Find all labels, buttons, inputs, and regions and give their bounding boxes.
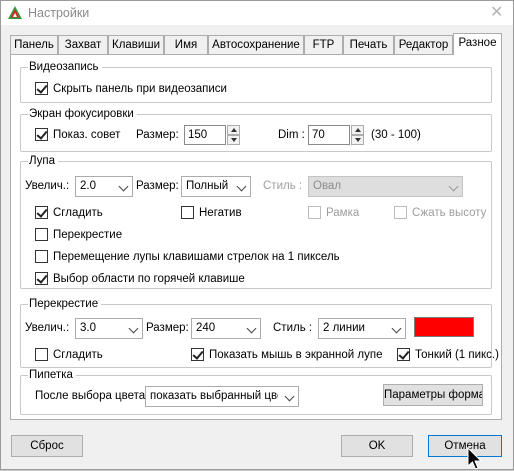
- app-icon: [8, 6, 22, 19]
- title-bar: Настройки ✕: [1, 1, 513, 25]
- dim-input[interactable]: 70: [308, 125, 350, 145]
- tab-bar: Панель Захват Клавиши Имя Автосохранение…: [1, 33, 513, 55]
- cross-style-select[interactable]: 2 линии: [318, 318, 406, 339]
- thin-label: Тонкий (1 пикс.): [415, 349, 499, 361]
- dim-spinner[interactable]: [351, 125, 364, 145]
- focus-size-spinner[interactable]: [227, 125, 240, 145]
- tab-editor[interactable]: Редактор: [394, 35, 453, 54]
- spin-up-icon[interactable]: [351, 125, 364, 135]
- frame-checkbox[interactable]: [308, 206, 321, 219]
- after-pick-label: После выбора цвета:: [35, 390, 149, 402]
- mag-crosshair-checkbox[interactable]: [35, 228, 48, 241]
- mag-zoom-select[interactable]: 2.0: [75, 176, 133, 197]
- show-tip-label: Показ. совет: [53, 129, 121, 141]
- hotkey-area-label: Выбор области по горячей клавише: [53, 273, 245, 285]
- cross-smooth-checkbox[interactable]: [35, 348, 48, 361]
- mag-style-select[interactable]: Овал: [308, 176, 463, 197]
- show-mouse-label: Показать мышь в экранной лупе: [209, 349, 383, 361]
- hide-panel-label: Скрыть панель при видеозаписи: [53, 83, 227, 95]
- mag-smooth-checkbox[interactable]: [35, 206, 48, 219]
- magnifier-group: Лупа Увелич.: 2.0 Размер: Полный Стиль :…: [20, 154, 492, 289]
- tab-print[interactable]: Печать: [343, 35, 394, 54]
- compress-height-label: Сжать высоту: [412, 207, 487, 219]
- focus-group-title: Экран фокусировки: [28, 107, 137, 121]
- chevron-down-icon: [236, 181, 247, 192]
- after-pick-select[interactable]: показать выбранный цвет: [145, 386, 299, 407]
- hotkey-area-checkbox[interactable]: [35, 272, 48, 285]
- spin-down-icon[interactable]: [227, 135, 240, 145]
- chevron-down-icon: [448, 181, 459, 192]
- picker-group: Пипетка После выбора цвета: показать выб…: [20, 368, 492, 415]
- tab-misc[interactable]: Разное: [453, 33, 502, 55]
- show-tip-checkbox[interactable]: [35, 128, 48, 141]
- dim-range-hint: (30 - 100): [371, 129, 421, 141]
- format-params-button[interactable]: Параметры формата: [383, 384, 483, 406]
- show-mouse-checkbox[interactable]: [191, 348, 204, 361]
- cancel-button[interactable]: Отмена: [428, 435, 502, 457]
- tab-autosave[interactable]: Автосохранение: [208, 35, 304, 54]
- mag-size-label: Размер:: [136, 180, 179, 192]
- tab-content-panel: Видеозапись Скрыть панель при видеозапис…: [10, 54, 502, 420]
- focus-size-input[interactable]: 150: [184, 125, 226, 145]
- video-group-title: Видеозапись: [28, 60, 102, 74]
- dim-label: Dim :: [278, 129, 305, 141]
- crosshair-group: Перекрестие Увелич.: 3.0 Размер: 240 Сти…: [20, 297, 499, 368]
- hide-panel-checkbox[interactable]: [35, 82, 48, 95]
- close-icon[interactable]: ✕: [490, 2, 503, 22]
- chevron-down-icon: [128, 323, 139, 334]
- magnifier-group-title: Лупа: [28, 154, 59, 168]
- crosshair-color-swatch[interactable]: [414, 317, 474, 337]
- chevron-down-icon: [246, 323, 257, 334]
- mag-size-select[interactable]: Полный: [181, 176, 251, 197]
- mag-style-label: Стиль :: [263, 180, 303, 192]
- chevron-down-icon: [284, 391, 295, 402]
- cross-smooth-label: Сгладить: [53, 349, 103, 361]
- mag-smooth-label: Сгладить: [53, 207, 103, 219]
- ok-button[interactable]: OK: [341, 435, 413, 457]
- negative-checkbox[interactable]: [181, 206, 194, 219]
- focus-group: Экран фокусировки Показ. совет Размер: 1…: [20, 107, 492, 152]
- settings-window: Настройки ✕ Панель Захват Клавиши Имя Ав…: [0, 0, 514, 470]
- chevron-down-icon: [391, 323, 402, 334]
- arrow-move-checkbox[interactable]: [35, 250, 48, 263]
- focus-size-label: Размер:: [136, 129, 179, 141]
- tab-ftp[interactable]: FTP: [304, 35, 343, 54]
- spin-up-icon[interactable]: [227, 125, 240, 135]
- arrow-move-label: Перемещение лупы клавишами стрелок на 1 …: [53, 251, 340, 263]
- picker-group-title: Пипетка: [28, 368, 76, 382]
- crosshair-group-title: Перекрестие: [28, 297, 102, 311]
- cross-size-select[interactable]: 240: [191, 318, 261, 339]
- tab-name[interactable]: Имя: [164, 35, 208, 54]
- negative-label: Негатив: [199, 207, 242, 219]
- spin-down-icon[interactable]: [351, 135, 364, 145]
- mag-zoom-label: Увелич.:: [25, 180, 70, 192]
- tab-capture[interactable]: Захват: [58, 35, 108, 54]
- reset-button[interactable]: Сброс: [11, 435, 83, 457]
- cross-size-label: Размер:: [146, 322, 189, 334]
- chevron-down-icon: [118, 181, 129, 192]
- cross-zoom-select[interactable]: 3.0: [75, 318, 143, 339]
- tab-hotkeys[interactable]: Клавиши: [108, 35, 164, 54]
- cross-zoom-label: Увелич.:: [25, 322, 70, 334]
- mouse-cursor-icon: [467, 447, 483, 470]
- window-title: Настройки: [28, 6, 90, 20]
- mag-crosshair-label: Перекрестие: [53, 229, 123, 241]
- tab-panel[interactable]: Панель: [10, 35, 58, 54]
- video-group: Видеозапись Скрыть панель при видеозапис…: [20, 60, 492, 103]
- compress-height-checkbox[interactable]: [394, 206, 407, 219]
- cross-style-label: Стиль :: [273, 322, 313, 334]
- thin-checkbox[interactable]: [397, 348, 410, 361]
- frame-label: Рамка: [326, 207, 360, 219]
